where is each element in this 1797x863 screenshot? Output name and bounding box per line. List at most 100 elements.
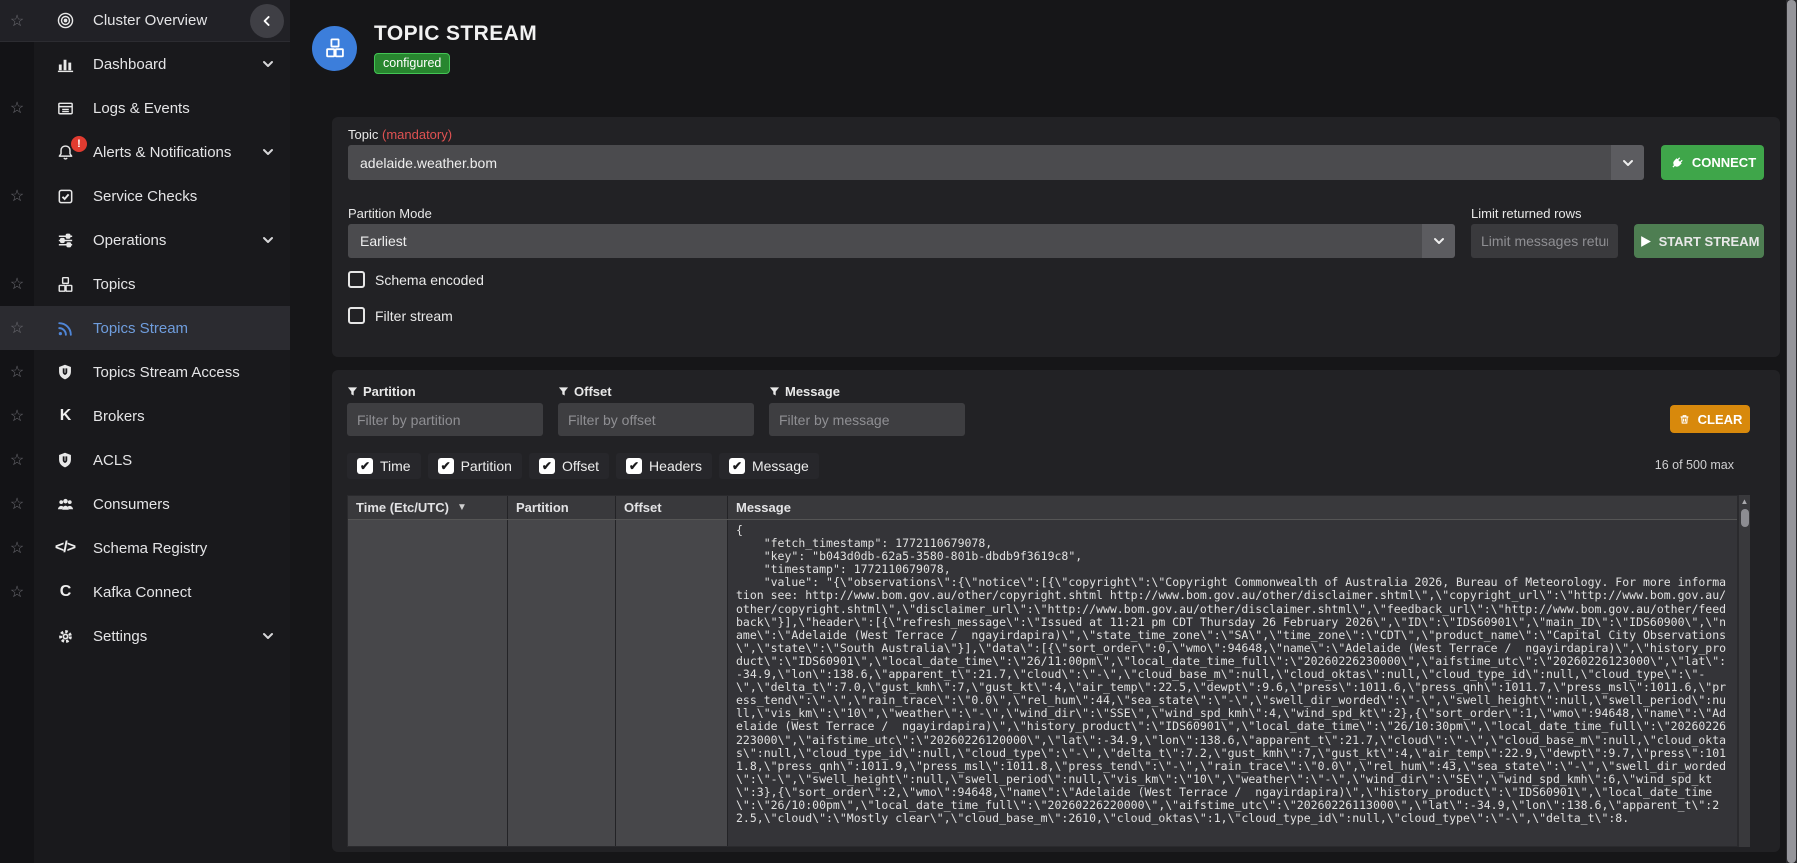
column-header-offset[interactable]: Offset [616, 496, 728, 519]
offset-filter-input[interactable] [558, 403, 754, 436]
filter-stream-checkbox[interactable] [348, 307, 365, 324]
cell-message: { "fetch_timestamp": 1772110679078, "key… [728, 520, 1737, 846]
favorite-star-icon[interactable]: ☆ [0, 318, 34, 338]
favorite-star-icon[interactable]: ☆ [0, 494, 34, 514]
column-header-message[interactable]: Message [728, 496, 1737, 519]
scroll-up-icon[interactable]: ▲ [1741, 497, 1749, 506]
chevron-down-icon[interactable] [260, 144, 276, 160]
results-panel: Partition Offset Message [332, 370, 1780, 852]
page-title: TOPIC STREAM [374, 22, 537, 46]
page-scrollbar[interactable] [1786, 0, 1797, 863]
sort-desc-icon[interactable]: ▼ [457, 502, 467, 513]
checked-checkbox[interactable]: ✔ [438, 458, 454, 474]
table-scrollbar-thumb[interactable] [1741, 509, 1749, 527]
clear-button[interactable]: CLEAR [1670, 405, 1750, 433]
toggle-column-partition[interactable]: ✔ Partition [428, 453, 522, 479]
favorite-star-icon[interactable]: ☆ [0, 11, 34, 31]
sidebar-collapse-button[interactable] [250, 4, 284, 38]
favorite-star-icon[interactable]: ☆ [0, 186, 34, 206]
favorite-star-icon[interactable]: ☆ [0, 538, 34, 558]
sidebar-item-label: Logs & Events [93, 100, 190, 117]
shield-icon [52, 363, 78, 381]
favorite-star-icon[interactable]: ☆ [0, 450, 34, 470]
sidebar-item-label: Alerts & Notifications [93, 144, 231, 161]
message-filter-input[interactable] [769, 403, 965, 436]
table-row: { "fetch_timestamp": 1772110679078, "key… [348, 520, 1737, 846]
mandatory-label: (mandatory) [382, 127, 452, 142]
main-content: TOPIC STREAM configured Topic (mandatory… [290, 0, 1797, 863]
sidebar-item-alerts-notifications[interactable]: ! Alerts & Notifications [0, 130, 290, 174]
column-header-time[interactable]: Time (Etc/UTC) ▼ [348, 496, 508, 519]
checked-checkbox[interactable]: ✔ [539, 458, 555, 474]
sidebar-item-cluster-overview[interactable]: ☆ Cluster Overview [0, 0, 290, 42]
partition-mode-label: Partition Mode [348, 206, 1455, 221]
topic-form-panel: Topic (mandatory) CONNECT Partition Mode… [332, 117, 1780, 357]
toggle-column-time[interactable]: ✔ Time [347, 453, 421, 479]
messages-table: Time (Etc/UTC) ▼ Partition Offset Messag… [347, 495, 1738, 847]
connect-button[interactable]: CONNECT [1661, 145, 1764, 180]
start-stream-button[interactable]: START STREAM [1634, 224, 1764, 258]
limit-rows-input[interactable] [1471, 224, 1618, 258]
code-icon: </> [52, 539, 78, 557]
sidebar-item-label: Consumers [93, 496, 170, 513]
sidebar-item-label: Service Checks [93, 188, 197, 205]
favorite-star-icon[interactable]: ☆ [0, 362, 34, 382]
checked-checkbox[interactable]: ✔ [729, 458, 745, 474]
sidebar-item-consumers[interactable]: ☆ Consumers [0, 482, 290, 526]
sidebar-item-topics-stream[interactable]: ☆ Topics Stream [0, 306, 290, 350]
plug-icon [1669, 155, 1685, 171]
favorite-star-icon[interactable]: ☆ [0, 582, 34, 602]
chevron-down-icon[interactable] [260, 628, 276, 644]
sidebar-item-kafka-connect[interactable]: ☆ C Kafka Connect [0, 570, 290, 614]
toggle-column-message[interactable]: ✔ Message [719, 453, 819, 479]
offset-filter-label: Offset [558, 384, 754, 399]
connect-c-icon: C [52, 583, 78, 601]
sidebar-item-label: Dashboard [93, 56, 166, 73]
sidebar-item-acls[interactable]: ☆ ACLS [0, 438, 290, 482]
funnel-icon [558, 386, 569, 397]
topic-dropdown-button[interactable] [1611, 145, 1644, 180]
sidebar-item-operations[interactable]: Operations [0, 218, 290, 262]
sidebar-item-label: Kafka Connect [93, 584, 191, 601]
checked-checkbox[interactable]: ✔ [626, 458, 642, 474]
toggle-column-offset[interactable]: ✔ Offset [529, 453, 609, 479]
topic-stream-avatar [312, 26, 357, 71]
partition-mode-dropdown-button[interactable] [1422, 224, 1455, 258]
alert-count-badge: ! [71, 136, 87, 152]
favorite-star-icon[interactable]: ☆ [0, 406, 34, 426]
partition-mode-select[interactable]: Earliest [348, 224, 1455, 258]
sidebar-item-brokers[interactable]: ☆ K Brokers [0, 394, 290, 438]
cell-offset [616, 520, 728, 846]
chevron-down-icon[interactable] [260, 232, 276, 248]
sidebar: ☆ Cluster Overview Dashboard ☆ Logs & Ev… [0, 0, 290, 863]
sidebar-item-topics-stream-access[interactable]: ☆ Topics Stream Access [0, 350, 290, 394]
sidebar-item-service-checks[interactable]: ☆ Service Checks [0, 174, 290, 218]
configured-badge: configured [374, 53, 450, 74]
partition-filter-label: Partition [347, 384, 543, 399]
sidebar-item-schema-registry[interactable]: ☆ </> Schema Registry [0, 526, 290, 570]
partition-filter-input[interactable] [347, 403, 543, 436]
funnel-icon [769, 386, 780, 397]
chevron-down-icon[interactable] [260, 56, 276, 72]
topic-input[interactable] [348, 145, 1611, 180]
checked-checkbox[interactable]: ✔ [357, 458, 373, 474]
sidebar-item-logs-events[interactable]: ☆ Logs & Events [0, 86, 290, 130]
sidebar-item-dashboard[interactable]: Dashboard [0, 42, 290, 86]
favorite-star-icon[interactable]: ☆ [0, 98, 34, 118]
sidebar-item-settings[interactable]: Settings [0, 614, 290, 658]
sidebar-item-label: Topics [93, 276, 136, 293]
page-scrollbar-thumb[interactable] [1787, 0, 1796, 863]
schema-encoded-toggle[interactable]: Schema encoded [348, 271, 1764, 288]
schema-encoded-checkbox[interactable] [348, 271, 365, 288]
table-scrollbar[interactable]: ▲ [1738, 495, 1750, 847]
sidebar-item-topics[interactable]: ☆ Topics [0, 262, 290, 306]
filter-stream-toggle[interactable]: Filter stream [348, 307, 1764, 324]
toggle-column-headers[interactable]: ✔ Headers [616, 453, 712, 479]
cluster-overview-icon [52, 11, 78, 30]
column-header-partition[interactable]: Partition [508, 496, 616, 519]
cubes-icon [323, 36, 347, 60]
result-count: 16 of 500 max [1655, 458, 1734, 472]
kafka-k-icon: K [52, 407, 78, 425]
favorite-star-icon[interactable]: ☆ [0, 274, 34, 294]
rss-stream-icon [52, 319, 78, 338]
